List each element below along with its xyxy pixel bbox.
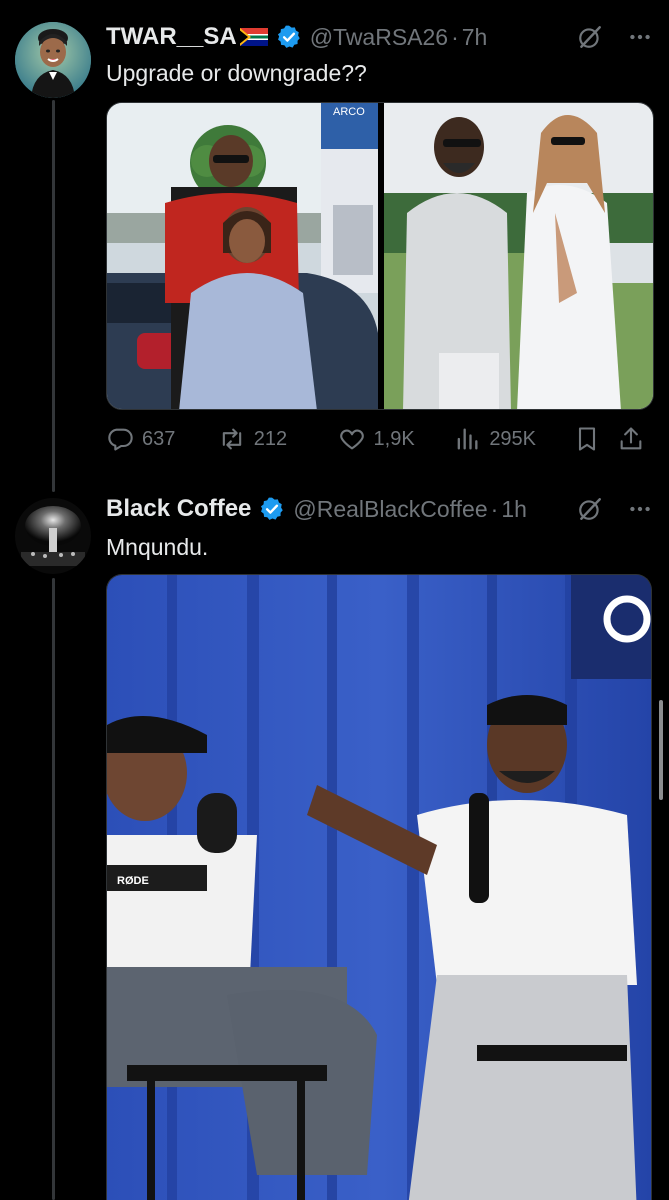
reply-button[interactable]: 637 <box>106 425 218 453</box>
bookmark-icon <box>579 427 596 451</box>
separator-dot: · <box>490 495 499 522</box>
avatar-illustration <box>15 498 91 574</box>
more-icon[interactable] <box>627 24 653 50</box>
tweet-header: TWAR__SA @TwaRSA26 · 7h <box>106 20 653 54</box>
tweet-2[interactable]: Black Coffee @RealBlackCoffee · 1h Mnqun… <box>0 480 669 1200</box>
repost-count: 212 <box>253 427 288 450</box>
timeline-feed: TWAR__SA @TwaRSA26 · 7h Upgrade or downg… <box>0 0 669 1200</box>
tweet-text: Upgrade or downgrade?? <box>106 60 367 86</box>
media-label: ARCO <box>333 106 365 118</box>
grok-icon[interactable] <box>577 24 603 50</box>
display-name[interactable]: Black Coffee <box>106 495 251 523</box>
views-icon <box>457 428 478 450</box>
like-button[interactable]: 1,9K <box>338 425 454 453</box>
verified-icon <box>261 497 284 520</box>
avatar-illustration <box>15 22 91 98</box>
repost-icon <box>222 428 241 450</box>
tweet-media[interactable]: RØDE <box>106 574 652 1200</box>
photo-grid: ARCO <box>107 103 653 409</box>
views-button[interactable]: 295K <box>453 425 573 453</box>
share-icon <box>620 427 642 450</box>
grok-icon[interactable] <box>577 496 603 522</box>
tweet-header: Black Coffee @RealBlackCoffee · 1h <box>106 492 653 526</box>
like-icon <box>339 429 364 450</box>
handle[interactable]: @TwaRSA26 <box>310 24 448 51</box>
tweet-1[interactable]: TWAR__SA @TwaRSA26 · 7h Upgrade or downg… <box>0 0 669 480</box>
handle[interactable]: @RealBlackCoffee <box>293 496 487 523</box>
bookmark-button[interactable] <box>573 425 617 453</box>
scrollbar[interactable] <box>659 700 663 800</box>
views-count: 295K <box>489 427 537 450</box>
video-still: RØDE <box>107 575 651 1200</box>
repost-button[interactable]: 212 <box>218 425 338 453</box>
like-count: 1,9K <box>373 427 415 450</box>
display-name[interactable]: TWAR__SA <box>106 23 237 51</box>
flag-icon <box>239 28 268 46</box>
timestamp[interactable]: 1h <box>501 496 527 523</box>
media-label: RØDE <box>117 875 149 887</box>
avatar[interactable] <box>15 22 91 98</box>
separator-dot: · <box>451 23 459 50</box>
tweet-media[interactable]: ARCO <box>106 102 654 410</box>
reply-count: 637 <box>142 427 176 450</box>
tweet-actions: 637 212 1,9K 295K <box>106 422 653 456</box>
reply-icon <box>108 428 133 451</box>
timestamp[interactable]: 7h <box>462 24 488 51</box>
more-icon[interactable] <box>627 496 653 522</box>
avatar[interactable] <box>15 498 91 574</box>
verified-icon <box>277 25 300 48</box>
tweet-text: Mnqundu. <box>106 534 209 560</box>
share-button[interactable] <box>617 425 653 453</box>
